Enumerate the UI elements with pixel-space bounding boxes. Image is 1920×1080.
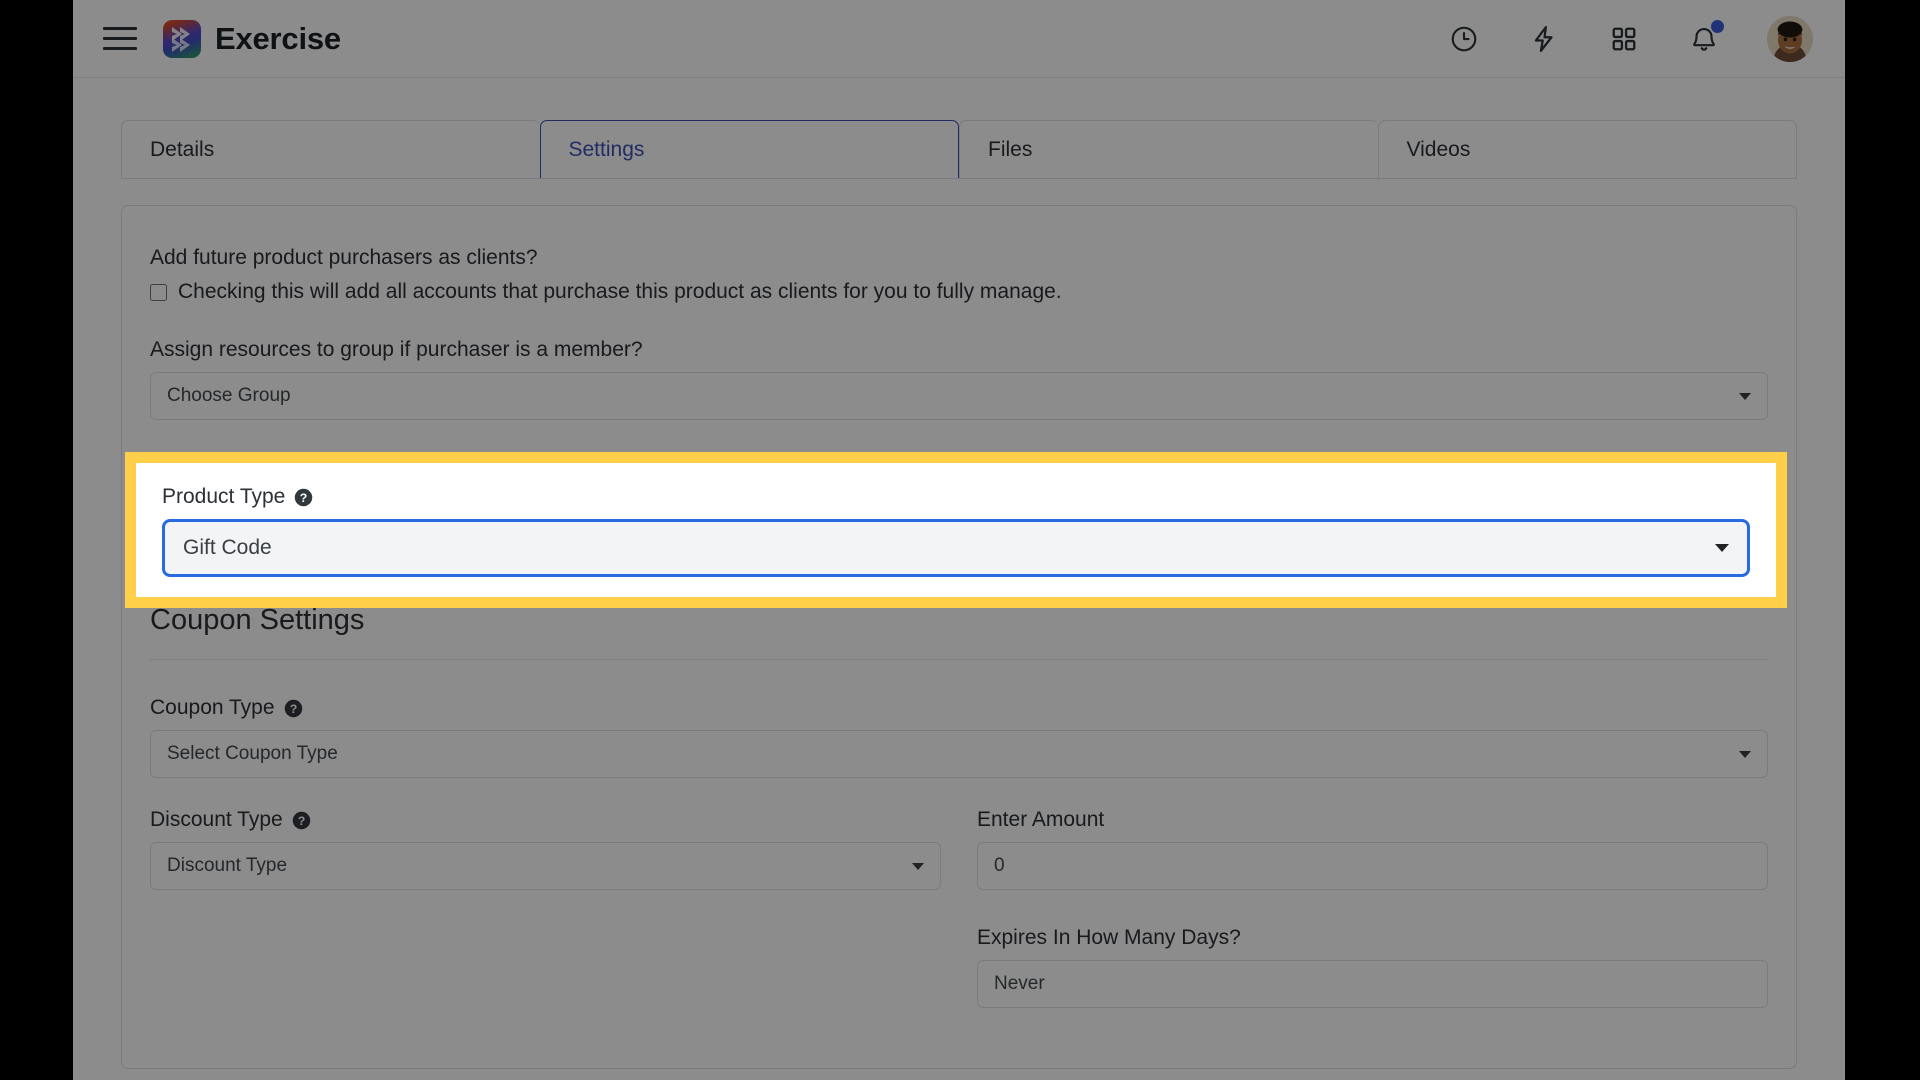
tab-settings[interactable]: Settings — [539, 120, 959, 178]
hamburger-line — [103, 27, 137, 30]
clients-checkbox-label: Checking this will add all accounts that… — [178, 280, 1062, 303]
coupon-type-value: Select Coupon Type — [167, 743, 338, 764]
settings-card: Add future product purchasers as clients… — [121, 205, 1797, 1069]
enter-amount-value: 0 — [994, 855, 1005, 876]
tab-files[interactable]: Files — [959, 120, 1378, 178]
tab-details[interactable]: Details — [121, 120, 540, 178]
enter-amount-label: Enter Amount — [977, 808, 1105, 831]
app-logo-icon — [163, 19, 201, 58]
hamburger-line — [103, 37, 137, 40]
hamburger-menu-icon[interactable] — [103, 26, 137, 52]
discount-type-select[interactable]: Discount Type — [150, 842, 941, 890]
header-right-group — [1447, 15, 1823, 62]
help-icon[interactable]: ? — [284, 699, 303, 718]
enter-amount-field: Enter Amount 0 — [977, 808, 1768, 890]
coupon-type-label: Coupon Type ? — [150, 696, 1768, 720]
expires-label: Expires In How Many Days? — [977, 926, 1241, 949]
clients-checkbox[interactable] — [150, 283, 167, 301]
avatar[interactable] — [1767, 15, 1813, 62]
chevron-down-icon — [1715, 544, 1729, 552]
chevron-down-icon — [1739, 392, 1751, 400]
expires-input[interactable]: Never — [977, 960, 1768, 1008]
assign-group-label: Assign resources to group if purchaser i… — [150, 338, 643, 361]
lightning-icon[interactable] — [1527, 22, 1561, 56]
notification-badge-dot — [1711, 19, 1724, 33]
brand-logo-link[interactable]: Exercise — [163, 19, 341, 58]
enter-amount-input[interactable]: 0 — [977, 842, 1768, 890]
grid-icon[interactable] — [1607, 22, 1641, 56]
brand-name: Exercise — [215, 20, 341, 56]
discount-amount-row: Discount Type ? Discount Type Enter Amou… — [150, 808, 1768, 1038]
discount-type-label: Discount Type ? — [150, 808, 941, 832]
product-type-select[interactable]: Gift Code — [162, 519, 1750, 577]
discount-type-value: Discount Type — [167, 855, 288, 876]
assign-group-field: Assign resources to group if purchaser i… — [150, 338, 1768, 420]
amount-and-expiry-column: Enter Amount 0 Expires In How Many Days?… — [977, 808, 1768, 1038]
clock-icon[interactable] — [1447, 22, 1481, 56]
hamburger-line — [103, 47, 137, 50]
chevron-down-icon — [1739, 750, 1751, 758]
product-type-highlight: Product Type ? Gift Code — [125, 452, 1787, 608]
bell-icon[interactable] — [1687, 19, 1724, 56]
choose-group-select[interactable]: Choose Group — [150, 372, 1768, 420]
clients-checkbox-row[interactable]: Checking this will add all accounts that… — [150, 280, 1768, 304]
screen: Exercise Details Settings Files Videos A… — [0, 0, 1920, 1080]
help-icon[interactable]: ? — [294, 488, 313, 507]
coupon-type-field: Coupon Type ? Select Coupon Type — [150, 696, 1768, 778]
svg-text:?: ? — [300, 490, 308, 504]
discount-type-field: Discount Type ? Discount Type — [150, 808, 941, 1038]
tab-videos[interactable]: Videos — [1377, 120, 1797, 178]
section-divider — [150, 659, 1768, 660]
chevron-down-icon — [912, 862, 924, 870]
expires-field: Expires In How Many Days? Never — [977, 926, 1768, 1008]
coupon-type-select[interactable]: Select Coupon Type — [150, 730, 1768, 778]
product-type-value: Gift Code — [183, 536, 272, 559]
clients-question-label: Add future product purchasers as clients… — [150, 246, 538, 269]
app-header: Exercise — [73, 0, 1845, 78]
svg-text:?: ? — [289, 701, 297, 715]
header-left-group: Exercise — [103, 19, 341, 58]
svg-text:?: ? — [297, 813, 305, 827]
product-type-label: Product Type ? — [162, 485, 1750, 509]
expires-value: Never — [994, 973, 1045, 994]
coupon-settings-title: Coupon Settings — [150, 604, 365, 636]
help-icon[interactable]: ? — [292, 811, 311, 830]
choose-group-value: Choose Group — [167, 385, 291, 406]
tab-bar: Details Settings Files Videos — [121, 120, 1797, 179]
